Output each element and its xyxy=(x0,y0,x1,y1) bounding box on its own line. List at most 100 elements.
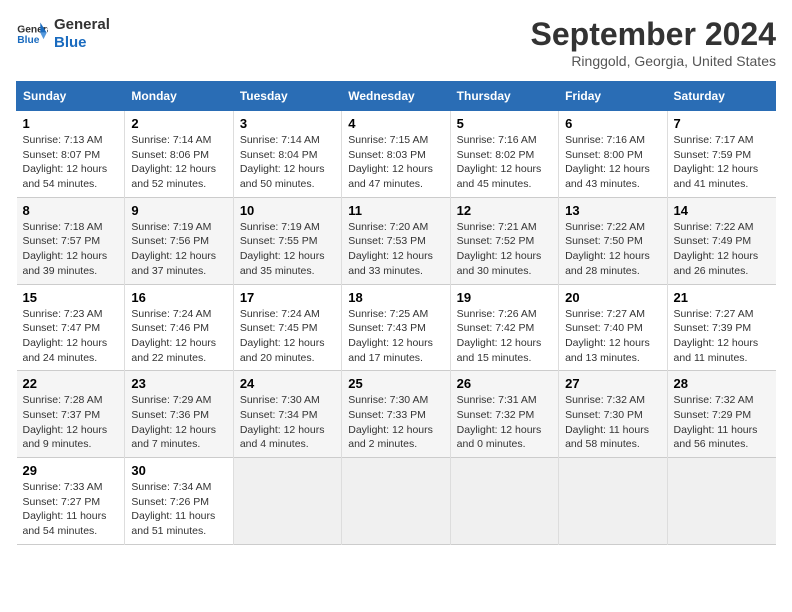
calendar-week-row: 29 Sunrise: 7:33 AMSunset: 7:27 PMDaylig… xyxy=(17,458,776,545)
calendar-cell xyxy=(342,458,450,545)
day-number: 7 xyxy=(674,116,770,131)
logo-icon: General Blue xyxy=(16,18,48,50)
cell-details: Sunrise: 7:32 AMSunset: 7:29 PMDaylight:… xyxy=(674,394,758,450)
day-number: 9 xyxy=(131,203,226,218)
cell-details: Sunrise: 7:28 AMSunset: 7:37 PMDaylight:… xyxy=(23,394,108,450)
day-number: 23 xyxy=(131,376,226,391)
page-header: General Blue General Blue September 2024… xyxy=(16,16,776,69)
calendar-cell: 18 Sunrise: 7:25 AMSunset: 7:43 PMDaylig… xyxy=(342,284,450,371)
cell-details: Sunrise: 7:32 AMSunset: 7:30 PMDaylight:… xyxy=(565,394,649,450)
calendar-cell: 11 Sunrise: 7:20 AMSunset: 7:53 PMDaylig… xyxy=(342,197,450,284)
calendar-cell: 17 Sunrise: 7:24 AMSunset: 7:45 PMDaylig… xyxy=(233,284,341,371)
title-area: September 2024 Ringgold, Georgia, United… xyxy=(531,16,776,69)
cell-details: Sunrise: 7:27 AMSunset: 7:39 PMDaylight:… xyxy=(674,308,759,364)
cell-details: Sunrise: 7:15 AMSunset: 8:03 PMDaylight:… xyxy=(348,134,433,190)
calendar-cell: 16 Sunrise: 7:24 AMSunset: 7:46 PMDaylig… xyxy=(125,284,233,371)
calendar-body: 1 Sunrise: 7:13 AMSunset: 8:07 PMDayligh… xyxy=(17,111,776,545)
day-number: 3 xyxy=(240,116,335,131)
col-friday: Friday xyxy=(559,82,667,111)
cell-details: Sunrise: 7:22 AMSunset: 7:50 PMDaylight:… xyxy=(565,221,650,277)
day-number: 16 xyxy=(131,290,226,305)
cell-details: Sunrise: 7:29 AMSunset: 7:36 PMDaylight:… xyxy=(131,394,216,450)
cell-details: Sunrise: 7:30 AMSunset: 7:33 PMDaylight:… xyxy=(348,394,433,450)
col-wednesday: Wednesday xyxy=(342,82,450,111)
day-number: 20 xyxy=(565,290,660,305)
cell-details: Sunrise: 7:18 AMSunset: 7:57 PMDaylight:… xyxy=(23,221,108,277)
logo: General Blue General Blue xyxy=(16,16,110,52)
calendar-cell: 12 Sunrise: 7:21 AMSunset: 7:52 PMDaylig… xyxy=(450,197,558,284)
day-number: 24 xyxy=(240,376,335,391)
calendar-cell xyxy=(559,458,667,545)
day-number: 17 xyxy=(240,290,335,305)
calendar-cell: 14 Sunrise: 7:22 AMSunset: 7:49 PMDaylig… xyxy=(667,197,775,284)
day-number: 21 xyxy=(674,290,770,305)
logo-text-general: General xyxy=(54,16,110,34)
logo-text-blue: Blue xyxy=(54,34,110,52)
cell-details: Sunrise: 7:16 AMSunset: 8:02 PMDaylight:… xyxy=(457,134,542,190)
day-number: 11 xyxy=(348,203,443,218)
col-tuesday: Tuesday xyxy=(233,82,341,111)
calendar-cell: 4 Sunrise: 7:15 AMSunset: 8:03 PMDayligh… xyxy=(342,111,450,198)
calendar-cell: 22 Sunrise: 7:28 AMSunset: 7:37 PMDaylig… xyxy=(17,371,125,458)
calendar-cell: 25 Sunrise: 7:30 AMSunset: 7:33 PMDaylig… xyxy=(342,371,450,458)
cell-details: Sunrise: 7:19 AMSunset: 7:56 PMDaylight:… xyxy=(131,221,216,277)
cell-details: Sunrise: 7:22 AMSunset: 7:49 PMDaylight:… xyxy=(674,221,759,277)
col-sunday: Sunday xyxy=(17,82,125,111)
calendar-cell: 15 Sunrise: 7:23 AMSunset: 7:47 PMDaylig… xyxy=(17,284,125,371)
cell-details: Sunrise: 7:23 AMSunset: 7:47 PMDaylight:… xyxy=(23,308,108,364)
col-thursday: Thursday xyxy=(450,82,558,111)
calendar-week-row: 15 Sunrise: 7:23 AMSunset: 7:47 PMDaylig… xyxy=(17,284,776,371)
calendar-cell: 24 Sunrise: 7:30 AMSunset: 7:34 PMDaylig… xyxy=(233,371,341,458)
calendar-cell: 26 Sunrise: 7:31 AMSunset: 7:32 PMDaylig… xyxy=(450,371,558,458)
calendar-table: Sunday Monday Tuesday Wednesday Thursday… xyxy=(16,81,776,545)
cell-details: Sunrise: 7:30 AMSunset: 7:34 PMDaylight:… xyxy=(240,394,325,450)
cell-details: Sunrise: 7:17 AMSunset: 7:59 PMDaylight:… xyxy=(674,134,759,190)
day-number: 26 xyxy=(457,376,552,391)
cell-details: Sunrise: 7:34 AMSunset: 7:26 PMDaylight:… xyxy=(131,481,215,537)
calendar-cell: 20 Sunrise: 7:27 AMSunset: 7:40 PMDaylig… xyxy=(559,284,667,371)
day-number: 12 xyxy=(457,203,552,218)
cell-details: Sunrise: 7:21 AMSunset: 7:52 PMDaylight:… xyxy=(457,221,542,277)
calendar-cell: 23 Sunrise: 7:29 AMSunset: 7:36 PMDaylig… xyxy=(125,371,233,458)
day-number: 2 xyxy=(131,116,226,131)
day-number: 8 xyxy=(23,203,119,218)
day-number: 27 xyxy=(565,376,660,391)
cell-details: Sunrise: 7:31 AMSunset: 7:32 PMDaylight:… xyxy=(457,394,542,450)
calendar-cell xyxy=(233,458,341,545)
calendar-week-row: 8 Sunrise: 7:18 AMSunset: 7:57 PMDayligh… xyxy=(17,197,776,284)
cell-details: Sunrise: 7:16 AMSunset: 8:00 PMDaylight:… xyxy=(565,134,650,190)
calendar-cell: 19 Sunrise: 7:26 AMSunset: 7:42 PMDaylig… xyxy=(450,284,558,371)
cell-details: Sunrise: 7:13 AMSunset: 8:07 PMDaylight:… xyxy=(23,134,108,190)
calendar-cell: 13 Sunrise: 7:22 AMSunset: 7:50 PMDaylig… xyxy=(559,197,667,284)
day-number: 29 xyxy=(23,463,119,478)
day-number: 19 xyxy=(457,290,552,305)
day-number: 10 xyxy=(240,203,335,218)
calendar-cell: 7 Sunrise: 7:17 AMSunset: 7:59 PMDayligh… xyxy=(667,111,775,198)
calendar-cell: 2 Sunrise: 7:14 AMSunset: 8:06 PMDayligh… xyxy=(125,111,233,198)
calendar-cell xyxy=(667,458,775,545)
cell-details: Sunrise: 7:14 AMSunset: 8:06 PMDaylight:… xyxy=(131,134,216,190)
cell-details: Sunrise: 7:14 AMSunset: 8:04 PMDaylight:… xyxy=(240,134,325,190)
cell-details: Sunrise: 7:26 AMSunset: 7:42 PMDaylight:… xyxy=(457,308,542,364)
day-number: 13 xyxy=(565,203,660,218)
day-number: 18 xyxy=(348,290,443,305)
cell-details: Sunrise: 7:20 AMSunset: 7:53 PMDaylight:… xyxy=(348,221,433,277)
calendar-cell: 5 Sunrise: 7:16 AMSunset: 8:02 PMDayligh… xyxy=(450,111,558,198)
cell-details: Sunrise: 7:33 AMSunset: 7:27 PMDaylight:… xyxy=(23,481,107,537)
calendar-cell xyxy=(450,458,558,545)
subtitle: Ringgold, Georgia, United States xyxy=(531,53,776,69)
calendar-week-row: 22 Sunrise: 7:28 AMSunset: 7:37 PMDaylig… xyxy=(17,371,776,458)
day-number: 22 xyxy=(23,376,119,391)
header-row: Sunday Monday Tuesday Wednesday Thursday… xyxy=(17,82,776,111)
day-number: 15 xyxy=(23,290,119,305)
calendar-cell: 21 Sunrise: 7:27 AMSunset: 7:39 PMDaylig… xyxy=(667,284,775,371)
main-title: September 2024 xyxy=(531,16,776,53)
calendar-header: Sunday Monday Tuesday Wednesday Thursday… xyxy=(17,82,776,111)
calendar-cell: 9 Sunrise: 7:19 AMSunset: 7:56 PMDayligh… xyxy=(125,197,233,284)
col-saturday: Saturday xyxy=(667,82,775,111)
day-number: 6 xyxy=(565,116,660,131)
cell-details: Sunrise: 7:25 AMSunset: 7:43 PMDaylight:… xyxy=(348,308,433,364)
cell-details: Sunrise: 7:19 AMSunset: 7:55 PMDaylight:… xyxy=(240,221,325,277)
day-number: 28 xyxy=(674,376,770,391)
cell-details: Sunrise: 7:24 AMSunset: 7:46 PMDaylight:… xyxy=(131,308,216,364)
